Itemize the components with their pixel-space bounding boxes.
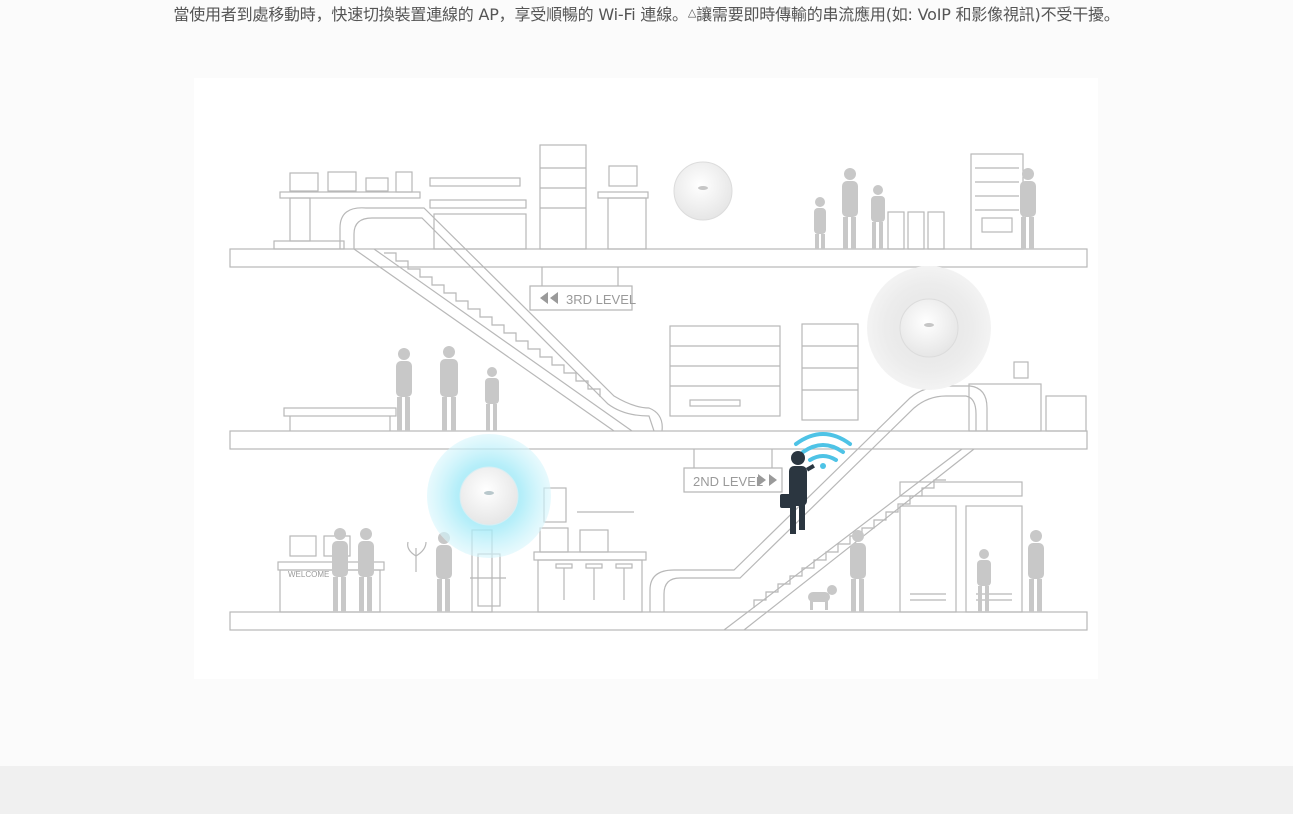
person <box>396 348 412 431</box>
chair <box>470 553 506 607</box>
restrooms <box>899 481 1023 613</box>
trash-bins <box>887 211 945 250</box>
level-2-sign: 2ND LEVEL <box>683 467 783 493</box>
person <box>850 530 866 612</box>
vending-machine <box>970 153 1024 250</box>
footnote-marker[interactable]: △ <box>688 6 696 19</box>
intro-text-rest: 讓需要即時傳輸的串流應用(如: VoIP 和影像視訊)不受干擾。 <box>696 5 1120 24</box>
access-point-floor3 <box>673 161 733 221</box>
roaming-illustration: 3RD LEVEL 2ND LEVEL WELCOME <box>194 78 1098 679</box>
plant <box>407 541 427 572</box>
person <box>814 197 826 249</box>
grocery-shelf-2 <box>801 323 859 421</box>
person <box>871 185 885 249</box>
floor-2-slab <box>229 430 1088 450</box>
dog <box>808 585 837 610</box>
level-3-sign: 3RD LEVEL <box>529 285 636 311</box>
level-3-label: 3RD LEVEL <box>566 292 636 307</box>
shopping-mall-diagram: 3RD LEVEL 2ND LEVEL WELCOME <box>229 144 1088 631</box>
person <box>485 367 499 431</box>
welcome-sign: WELCOME <box>288 570 329 579</box>
person <box>440 346 458 431</box>
level-2-label: 2ND LEVEL <box>693 474 763 489</box>
footer-band <box>0 766 1293 814</box>
person <box>332 528 348 612</box>
escalator-upper <box>339 207 663 432</box>
grocery-shelf-1 <box>669 325 781 417</box>
person <box>1028 530 1044 612</box>
person <box>358 528 374 612</box>
access-point-floor2 <box>867 266 991 390</box>
access-point-floor1-active <box>427 434 551 558</box>
intro-paragraph: 當使用者到處移動時，快速切換裝置連線的 AP，享受順暢的 Wi-Fi 連線。△讓… <box>150 2 1143 27</box>
electronics-store <box>273 144 649 250</box>
briefcase-icon <box>780 494 794 508</box>
person <box>436 532 452 612</box>
person <box>977 549 991 612</box>
intro-text-main: 當使用者到處移動時，快速切換裝置連線的 AP，享受順暢的 Wi-Fi 連線。 <box>173 5 688 24</box>
floor-1-slab <box>229 611 1088 631</box>
bench <box>283 407 397 431</box>
person <box>842 168 858 249</box>
